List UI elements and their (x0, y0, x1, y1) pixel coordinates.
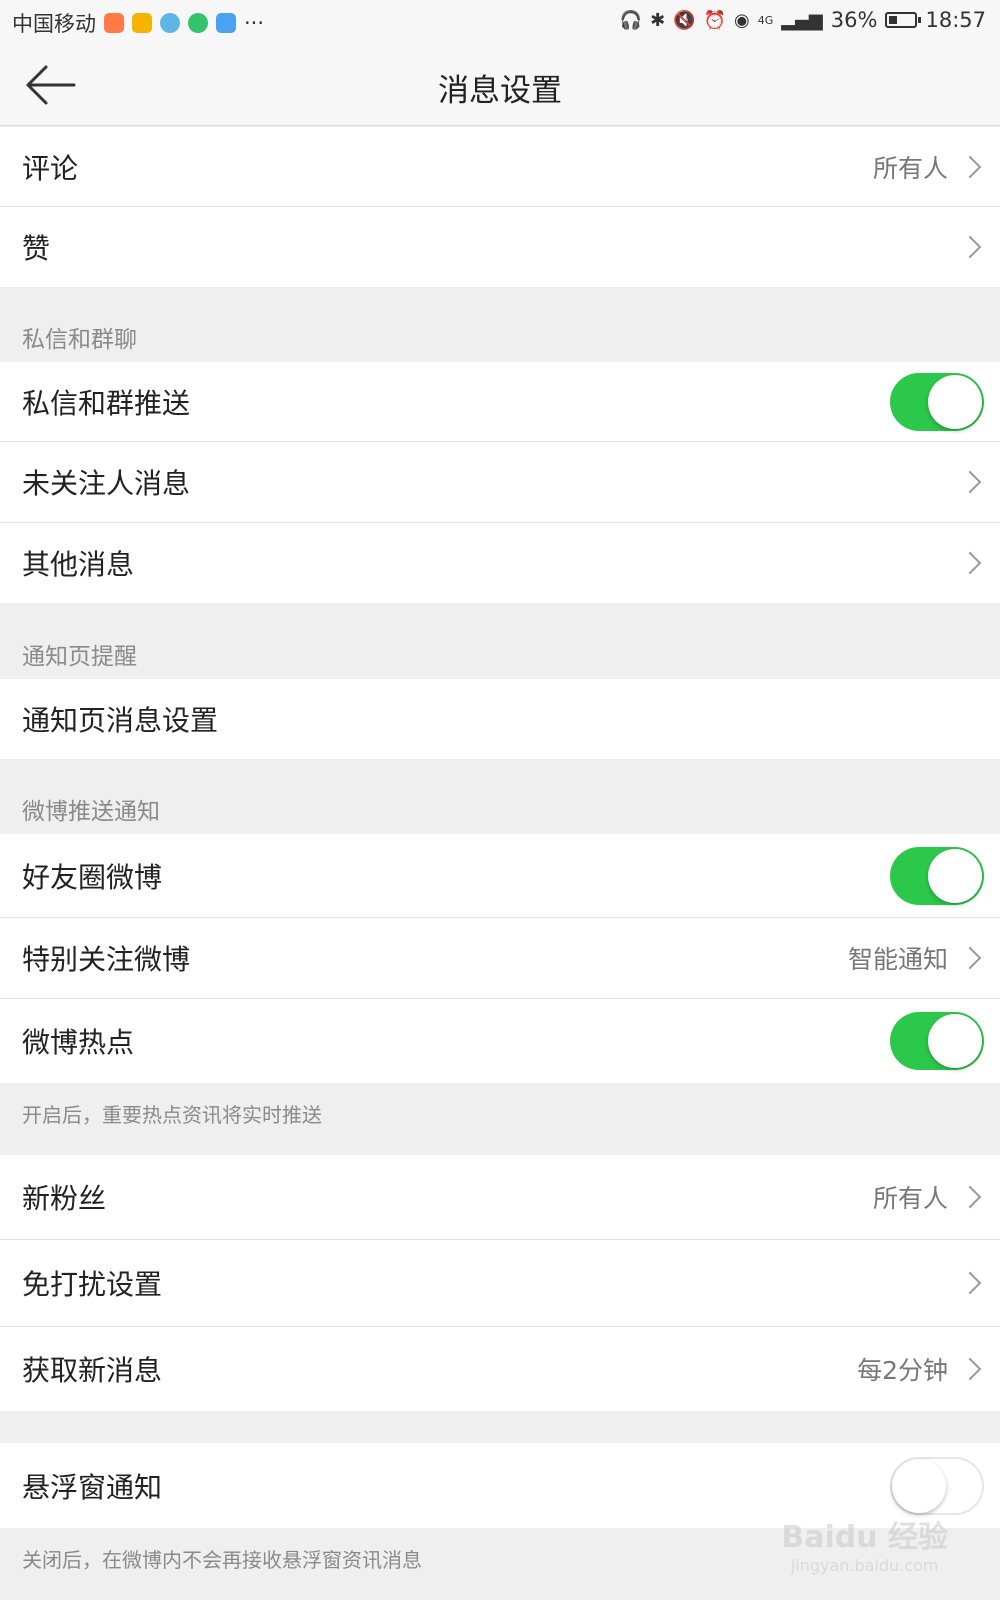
fetch-messages-row[interactable]: 获取新消息 每2分钟 (0, 1327, 1000, 1411)
send-notification-icon (216, 13, 236, 33)
message-push-label: 私信和群推送 (22, 386, 191, 420)
more-notifications-icon: ··· (244, 11, 265, 35)
nav-bar: 消息设置 (0, 44, 1000, 126)
weibo-hot-toggle[interactable] (890, 1012, 984, 1070)
page-title: 消息设置 (438, 73, 562, 109)
weibo-hot-label: 微博热点 (22, 1026, 135, 1059)
likes-row[interactable]: 赞 (0, 207, 1000, 287)
chevron-right-icon (958, 1357, 982, 1381)
new-fans-label: 新粉丝 (22, 1182, 107, 1215)
bluetooth-icon: ✱ (650, 9, 666, 31)
new-fans-row[interactable]: 新粉丝 所有人 (0, 1155, 1000, 1240)
floating-window-footnote: 关闭后，在微博内不会再接收悬浮窗资讯消息 (22, 1548, 422, 1572)
chevron-right-icon (958, 1271, 982, 1295)
status-bar: 中国移动 ··· 🎧 ✱ 🔇 ⏰ ◉ 4G ▂▄▆ 36% 18:57 (0, 0, 1000, 44)
watermark-url: jingyan.baidu.com (790, 1556, 939, 1575)
eye-comfort-icon: ◉ (734, 9, 750, 31)
message-push-toggle[interactable] (890, 372, 984, 431)
app-notification-icon (160, 13, 180, 33)
special-follow-label: 特别关注微博 (22, 943, 191, 976)
headphones-icon: 🎧 (619, 9, 643, 31)
notification-settings-row[interactable]: 通知页消息设置 (0, 679, 1000, 759)
network-type: 4G (757, 13, 774, 27)
status-bar-left: 中国移动 ··· (12, 8, 264, 38)
special-follow-row[interactable]: 特别关注微博 智能通知 (0, 918, 1000, 999)
toggle-knob (928, 374, 982, 429)
toggle-knob (928, 848, 982, 903)
battery-percent: 36% (830, 8, 878, 32)
video-notification-icon (188, 13, 208, 33)
section-header-notifications: 通知页提醒 (22, 644, 137, 670)
comments-label: 评论 (22, 151, 79, 185)
friends-weibo-toggle[interactable] (890, 846, 984, 905)
weibo-notification-icon (132, 13, 152, 33)
section-header-weibo-push: 微博推送通知 (22, 799, 160, 825)
mute-icon: 🔇 (673, 9, 696, 31)
message-push-row: 私信和群推送 (0, 362, 1000, 442)
app-notification-icon (104, 13, 124, 33)
carrier-name: 中国移动 (12, 12, 96, 36)
section-header-messages: 私信和群聊 (22, 327, 137, 353)
floating-window-label: 悬浮窗通知 (22, 1470, 163, 1504)
new-fans-value: 所有人 (872, 1184, 948, 1213)
floating-window-toggle[interactable] (890, 1456, 984, 1515)
toggle-knob (928, 1014, 982, 1068)
unfollowed-messages-row[interactable]: 未关注人消息 (0, 442, 1000, 523)
weibo-hot-footnote: 开启后，重要热点资讯将实时推送 (22, 1103, 322, 1127)
fetch-messages-value: 每2分钟 (857, 1356, 948, 1385)
do-not-disturb-row[interactable]: 免打扰设置 (0, 1240, 1000, 1327)
other-messages-row[interactable]: 其他消息 (0, 523, 1000, 603)
signal-icon: ▂▄▆ (781, 9, 823, 31)
likes-label: 赞 (22, 232, 51, 265)
fetch-messages-label: 获取新消息 (22, 1354, 163, 1387)
chevron-right-icon (958, 235, 982, 259)
chevron-right-icon (958, 155, 982, 178)
clock: 18:57 (925, 8, 986, 32)
friends-weibo-label: 好友圈微博 (22, 860, 163, 894)
comments-value: 所有人 (872, 153, 948, 183)
do-not-disturb-label: 免打扰设置 (22, 1268, 163, 1301)
chevron-right-icon (958, 946, 982, 970)
chevron-right-icon (958, 470, 982, 494)
chevron-right-icon (958, 1185, 982, 1209)
watermark-brand: Baidu 经验 (781, 1520, 948, 1555)
baidu-watermark: Baidu 经验 jingyan.baidu.com (781, 1512, 948, 1575)
notification-settings-label: 通知页消息设置 (22, 704, 219, 737)
toggle-knob (892, 1458, 946, 1513)
alarm-icon: ⏰ (703, 9, 726, 31)
weibo-hot-row: 微博热点 (0, 999, 1000, 1083)
chevron-right-icon (958, 551, 982, 575)
unfollowed-messages-label: 未关注人消息 (22, 467, 191, 500)
other-messages-label: 其他消息 (22, 548, 135, 581)
comments-row[interactable]: 评论 所有人 (0, 127, 1000, 207)
battery-icon (885, 12, 922, 28)
status-bar-right: 🎧 ✱ 🔇 ⏰ ◉ 4G ▂▄▆ 36% 18:57 (620, 8, 986, 32)
special-follow-value: 智能通知 (847, 945, 948, 974)
friends-weibo-row: 好友圈微博 (0, 834, 1000, 918)
